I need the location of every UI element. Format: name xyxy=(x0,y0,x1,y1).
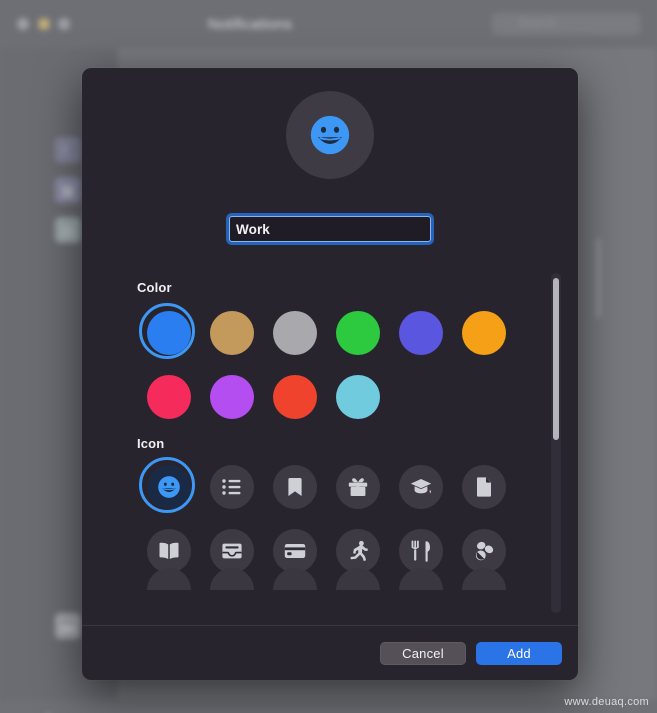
color-swatch-green[interactable] xyxy=(335,311,380,355)
icon-cell[interactable] xyxy=(137,568,200,590)
sidebar-item-notifications[interactable]: ▤ xyxy=(55,217,81,243)
add-button[interactable]: Add xyxy=(476,641,562,665)
dialog-footer: Cancel Add xyxy=(82,625,578,680)
icon-cell[interactable] xyxy=(200,568,263,590)
color-swatch-indigo[interactable] xyxy=(398,311,443,355)
color-swatch-blue[interactable] xyxy=(138,303,195,359)
color-swatch-cell[interactable] xyxy=(326,370,389,424)
focus-name-input[interactable] xyxy=(230,217,430,241)
dialog-scrollbar-track[interactable] xyxy=(551,273,561,613)
color-swatch-cell[interactable] xyxy=(263,306,326,360)
color-swatch-cyan[interactable] xyxy=(335,375,380,419)
color-swatch-orange[interactable] xyxy=(461,311,506,355)
window-title: Notifications xyxy=(207,16,293,33)
name-field-wrapper[interactable] xyxy=(229,216,431,242)
icon-option-document-icon[interactable] xyxy=(461,465,506,509)
icon-option-hidden[interactable] xyxy=(461,568,506,590)
color-swatch-cell[interactable] xyxy=(389,306,452,360)
icon-option-hidden[interactable] xyxy=(398,568,443,590)
sidebar-item-other[interactable]: ▬ xyxy=(55,613,81,639)
screen: Notifications Search ☾ ▦ ▤ ▬ + xyxy=(0,0,657,713)
icon-option-hidden[interactable] xyxy=(335,568,380,590)
content-scrollbar[interactable] xyxy=(596,238,601,318)
icon-option-pills-icon[interactable] xyxy=(461,529,506,573)
color-swatch-cell[interactable] xyxy=(263,370,326,424)
icon-option-bookmark-icon[interactable] xyxy=(272,465,317,509)
dialog-body: Color Icon xyxy=(82,68,578,625)
icon-option-credit-card-icon[interactable] xyxy=(272,529,317,573)
icon-cell[interactable] xyxy=(326,568,389,590)
icon-cell[interactable] xyxy=(137,457,200,514)
color-swatch-cell[interactable] xyxy=(326,306,389,360)
icon-option-tray-icon[interactable] xyxy=(209,529,254,573)
icon-option-graduation-cap-icon[interactable] xyxy=(398,465,443,509)
icon-option-hidden[interactable] xyxy=(209,568,254,590)
icon-cell[interactable] xyxy=(326,460,389,514)
name-field-row xyxy=(82,216,578,242)
color-swatch-cell[interactable] xyxy=(137,370,200,424)
avatar xyxy=(286,91,374,179)
watermark: www.deuaq.com xyxy=(564,696,649,708)
icon-option-book-icon[interactable] xyxy=(146,529,191,573)
color-swatch-cell[interactable] xyxy=(200,370,263,424)
add-focus-dialog: Color Icon Cancel Add xyxy=(82,68,578,680)
icon-cell[interactable] xyxy=(200,460,263,514)
sidebar-item-screen-time[interactable]: ▦ xyxy=(55,177,81,203)
icon-option-gift-icon[interactable] xyxy=(335,465,380,509)
smiley-icon xyxy=(310,115,350,155)
icon-grid xyxy=(137,457,527,578)
color-section-label: Color xyxy=(137,280,172,295)
color-swatch-cell[interactable] xyxy=(137,303,200,360)
color-swatch-red[interactable] xyxy=(272,375,317,419)
icon-cell[interactable] xyxy=(389,460,452,514)
icon-cell[interactable] xyxy=(452,568,515,590)
search-placeholder: Search xyxy=(518,16,557,30)
icon-section-label: Icon xyxy=(137,436,165,451)
color-swatch-pink[interactable] xyxy=(146,375,191,419)
color-swatch-gray[interactable] xyxy=(272,311,317,355)
dialog-scrollbar-thumb[interactable] xyxy=(553,278,559,440)
icon-option-list-icon[interactable] xyxy=(209,465,254,509)
color-swatch-tan[interactable] xyxy=(209,311,254,355)
add-item-button[interactable]: + xyxy=(43,708,54,713)
search-field[interactable]: Search xyxy=(492,13,640,35)
icon-option-smiley-icon[interactable] xyxy=(138,457,195,513)
icon-option-hidden[interactable] xyxy=(146,568,191,590)
icon-cell[interactable] xyxy=(263,460,326,514)
color-swatch-cell[interactable] xyxy=(452,306,515,360)
color-swatch-magenta[interactable] xyxy=(209,375,254,419)
color-swatch-cell[interactable] xyxy=(200,306,263,360)
icon-cell[interactable] xyxy=(452,460,515,514)
icon-option-running-person-icon[interactable] xyxy=(335,529,380,573)
window-titlebar: Notifications Search xyxy=(0,0,657,49)
cancel-button[interactable]: Cancel xyxy=(380,641,466,665)
icon-option-fork-knife-icon[interactable] xyxy=(398,529,443,573)
sidebar-item-do-not-disturb[interactable]: ☾ xyxy=(55,137,81,163)
icon-option-hidden[interactable] xyxy=(272,568,317,590)
avatar-preview-wrap xyxy=(82,91,578,179)
icon-grid-partial-row xyxy=(137,568,527,590)
icon-cell[interactable] xyxy=(389,568,452,590)
color-swatch-grid xyxy=(137,303,527,424)
icon-cell[interactable] xyxy=(263,568,326,590)
